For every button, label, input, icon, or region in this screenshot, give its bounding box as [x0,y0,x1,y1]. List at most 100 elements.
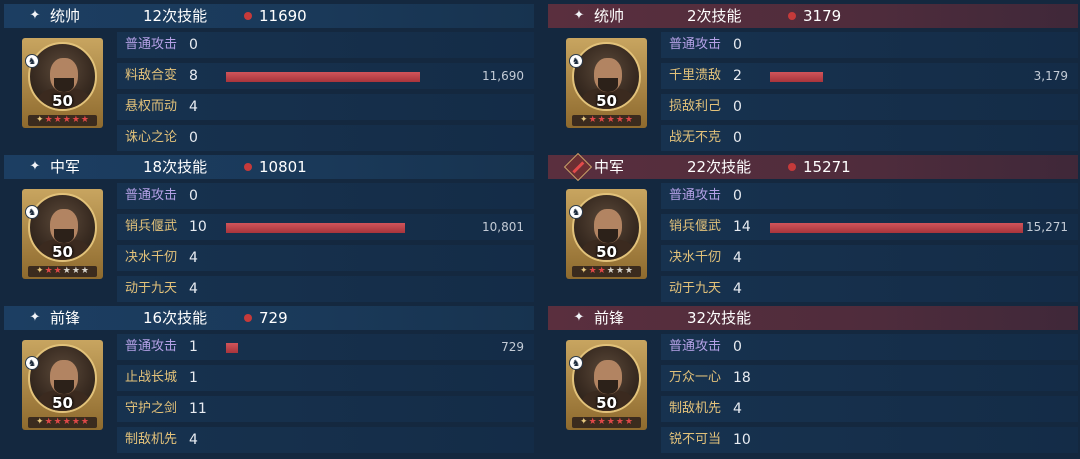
skill-row: 锐不可当 10 [661,427,1078,453]
skill-row: 千里溃敌 2 3,179 [661,63,1078,89]
star-icon: ★ [606,266,615,276]
general-header: ✦ 前锋 32次技能 [548,306,1078,330]
general-portrait[interactable]: ♞ 50 ✦ ★ ★ ★ ★ ★ [22,340,103,430]
general-block: ✦ 统帅 12次技能 11690 ♞ 50 ✦ ★ ★ ★ ★ ★ 普通攻击 0 料敌合变 8 1… [4,4,534,154]
star-icon: ★ [615,115,624,125]
skill-name: 料敌合变 [125,68,178,83]
star-icon: ★ [62,115,71,125]
skill-count: 10 [733,432,751,448]
star-icon: ★ [71,115,80,125]
skill-name: 普通攻击 [669,188,722,203]
skill-cast-count: 16次技能 [143,309,208,327]
skill-count: 0 [189,188,198,204]
skill-row: 销兵偃武 10 10,801 [117,214,534,240]
skill-row: 制敌机先 4 [117,427,534,453]
skill-name: 制敌机先 [125,432,178,447]
skill-row: 普通攻击 1 729 [117,334,534,360]
skill-count: 4 [733,281,742,297]
rank-sparkle-icon: ✦ [36,417,44,427]
general-block: ✦ 统帅 2次技能 3179 ♞ 50 ✦ ★ ★ ★ ★ ★ 普通攻击 0 千里溃敌 2 3,1… [548,4,1078,154]
general-portrait[interactable]: ♞ 50 ✦ ★ ★ ★ ★ ★ [566,38,647,128]
skill-damage: 11,690 [482,69,524,83]
skill-row: 普通攻击 0 [661,334,1078,360]
horse-icon: ♞ [569,54,583,68]
rank-sparkle-icon: ✦ [580,115,588,125]
star-icon: ★ [597,417,606,427]
skill-name: 决水千仞 [669,250,722,265]
general-portrait[interactable]: ♞ 50 ✦ ★ ★ ★ ★ ★ [566,189,647,279]
skill-name: 锐不可当 [669,432,722,447]
star-rating: ✦ ★ ★ ★ ★ ★ [572,115,641,126]
skill-row: 决水千仞 4 [117,245,534,271]
skill-name: 制敌机先 [669,401,722,416]
skill-name: 动于九天 [125,281,178,296]
star-icon: ★ [597,266,606,276]
skill-count: 0 [189,37,198,53]
skill-row: 止战长城 1 [117,365,534,391]
general-level: 50 [596,394,617,412]
total-damage: 729 [259,309,288,327]
role-name: 统帅 [50,7,81,25]
sword-diamond-icon [563,152,593,182]
skill-name: 诛心之论 [125,130,178,145]
skill-count: 0 [733,37,742,53]
total-damage: 15271 [803,158,851,176]
skill-name: 普通攻击 [669,37,722,52]
star-icon: ★ [588,115,597,125]
role-name: 前锋 [594,309,625,327]
star-rating: ✦ ★ ★ ★ ★ ★ [28,417,97,428]
skill-row: 万众一心 18 [661,365,1078,391]
damage-dot-icon [788,163,796,171]
rank-sparkle-icon: ✦ [580,266,588,276]
general-portrait[interactable]: ♞ 50 ✦ ★ ★ ★ ★ ★ [22,38,103,128]
role-name: 统帅 [594,7,625,25]
skill-damage: 3,179 [1033,69,1068,83]
star-rating: ✦ ★ ★ ★ ★ ★ [28,115,97,126]
damage-dot-icon [244,12,252,20]
horse-icon: ♞ [569,356,583,370]
general-portrait[interactable]: ♞ 50 ✦ ★ ★ ★ ★ ★ [22,189,103,279]
sparkle-icon: ✦ [573,310,585,325]
general-level: 50 [596,243,617,261]
star-icon: ★ [80,266,89,276]
star-icon: ★ [624,115,633,125]
general-header: ✦ 中军 18次技能 10801 [4,155,534,179]
star-icon: ★ [624,266,633,276]
general-block: 中军 22次技能 15271 ♞ 50 ✦ ★ ★ ★ ★ ★ 普通攻击 0 销兵偃武 14 15… [548,152,1078,305]
skill-row: 守护之剑 11 [117,396,534,422]
sparkle-icon: ✦ [29,8,41,23]
skill-name: 普通攻击 [125,37,178,52]
general-header: 中军 22次技能 15271 [548,152,1078,182]
damage-bar [226,72,420,82]
total-damage: 10801 [259,158,307,176]
skill-count: 0 [733,130,742,146]
damage-bar [226,223,405,233]
star-icon: ★ [62,266,71,276]
skill-name: 止战长城 [125,370,178,385]
general-portrait[interactable]: ♞ 50 ✦ ★ ★ ★ ★ ★ [566,340,647,430]
general-block: ✦ 前锋 16次技能 729 ♞ 50 ✦ ★ ★ ★ ★ ★ 普通攻击 1 729 止战长城 1… [4,306,534,456]
skill-cast-count: 22次技能 [687,158,752,176]
star-icon: ★ [44,266,53,276]
skill-count: 0 [733,188,742,204]
star-icon: ★ [615,417,624,427]
star-icon: ★ [44,417,53,427]
star-icon: ★ [588,417,597,427]
star-icon: ★ [597,115,606,125]
general-block: ✦ 中军 18次技能 10801 ♞ 50 ✦ ★ ★ ★ ★ ★ 普通攻击 0 销兵偃武 10… [4,155,534,305]
skill-row: 战无不克 0 [661,125,1078,151]
star-icon: ★ [606,115,615,125]
star-icon: ★ [615,266,624,276]
star-icon: ★ [44,115,53,125]
star-icon: ★ [588,266,597,276]
damage-dot-icon [244,163,252,171]
role-name: 中军 [594,158,625,176]
skill-count: 0 [733,99,742,115]
total-damage: 11690 [259,7,307,25]
star-rating: ✦ ★ ★ ★ ★ ★ [572,417,641,428]
skill-damage: 15,271 [1026,220,1068,234]
skill-count: 0 [733,339,742,355]
skill-cast-count: 18次技能 [143,158,208,176]
skill-row: 料敌合变 8 11,690 [117,63,534,89]
skill-name: 万众一心 [669,370,722,385]
